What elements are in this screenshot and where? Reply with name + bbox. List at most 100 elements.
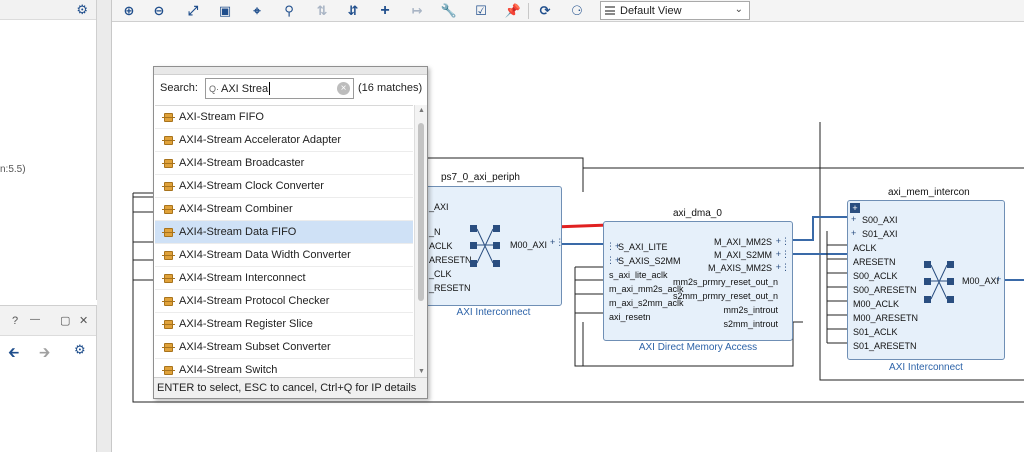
ip-result-label: AXI4-Stream Clock Converter	[179, 179, 324, 192]
ip-core-icon	[162, 135, 175, 145]
bus-pin-icon: +⋮	[550, 237, 565, 247]
ip-result-item[interactable]: AXI4-Stream Broadcaster	[155, 152, 413, 175]
ip-result-item[interactable]: AXI4-Stream Register Slice	[155, 313, 413, 336]
port-label: mm2s_introut	[723, 305, 778, 315]
ip-result-label: AXI4-Stream Subset Converter	[179, 340, 331, 353]
crossbar-icon	[924, 261, 954, 303]
port-label: S01_ACLK	[853, 327, 898, 337]
port-label: ACLK	[853, 243, 877, 253]
add-ip-icon[interactable]: +	[376, 2, 394, 20]
validate-icon[interactable]: ☑	[472, 2, 490, 20]
port-label: mm2s_prmry_reset_out_n	[672, 277, 778, 287]
ps7-periph-subtitle: AXI Interconnect	[456, 307, 531, 318]
mem-intercon-title: axi_mem_intercon	[888, 187, 970, 198]
ip-result-list[interactable]: AXI-Stream FIFO AXI4-Stream Accelerator A…	[155, 105, 413, 378]
collapse-icon[interactable]: ⇅	[313, 2, 331, 20]
ip-result-label: AXI4-Stream Accelerator Adapter	[179, 133, 342, 146]
axi-dma-title: axi_dma_0	[673, 208, 722, 219]
ip-result-item[interactable]: AXI4-Stream Interconnect	[155, 267, 413, 290]
port-label: s2mm_prmry_reset_out_n	[672, 291, 778, 301]
restore-icon[interactable]: ▢	[60, 314, 70, 327]
scroll-up-icon[interactable]: ▲	[416, 106, 427, 116]
scrollbar-thumb[interactable]	[418, 123, 424, 301]
popup-footer-hint: ENTER to select, ESC to cancel, Ctrl+Q f…	[154, 377, 427, 398]
add-ip-search-popup[interactable]: Search: Q· AXI Strea × (16 matches) AXI-…	[153, 66, 428, 399]
zoom-in-icon[interactable]: ⊕	[120, 2, 138, 20]
clear-search-icon[interactable]: ×	[337, 82, 350, 95]
ip-core-icon	[162, 250, 175, 260]
gear-icon[interactable]: ⚙	[76, 2, 88, 18]
view-selector-value: Default View	[620, 4, 682, 17]
ip-result-item[interactable]: AXI4-Stream Subset Converter	[155, 336, 413, 359]
search-icon: Q·	[209, 83, 219, 94]
refresh-icon[interactable]: ⟳	[536, 2, 554, 20]
ip-result-label: AXI4-Stream Register Slice	[179, 317, 313, 330]
view-selector[interactable]: Default View ⌄	[600, 1, 750, 20]
port-label: S00_ACLK	[853, 271, 898, 281]
forward-arrow-icon[interactable]: 🡲	[39, 342, 50, 366]
panel-splitter[interactable]	[97, 0, 112, 452]
pin-icon[interactable]: 📌	[504, 2, 522, 20]
ip-result-label: AXI4-Stream Broadcaster	[179, 156, 305, 169]
left-bottom-panel-header: ? — ▢ ✕	[0, 306, 96, 336]
back-arrow-icon[interactable]: 🡰	[8, 342, 19, 366]
fit-full-icon[interactable]: ⤢	[184, 2, 202, 20]
ip-result-label: AXI4-Stream Data Width Converter	[179, 248, 351, 261]
ip-core-icon	[162, 227, 175, 237]
search-icon[interactable]: ⚲	[280, 2, 298, 20]
port-label: S_AXIS_S2MM	[618, 256, 681, 266]
text-caret	[269, 82, 271, 95]
ps7-periph-block[interactable]: _AXI _N ACLK ARESETN _CLK _RESETN M00_AX…	[425, 186, 565, 306]
port-label: M00_AXI	[510, 240, 548, 250]
select-area-icon[interactable]: ⌖	[248, 2, 266, 20]
match-count: (16 matches)	[358, 82, 423, 94]
help-icon[interactable]: ?	[12, 315, 18, 327]
ip-result-item[interactable]: AXI4-Stream Accelerator Adapter	[155, 129, 413, 152]
diagram-toolbar: ⊕ ⊖ ⤢ ▣ ⌖ ⚲ ⇅ ⇵ + ↦ 🔧 ☑ 📌 ⟳ ⚆ Default Vi…	[112, 0, 1024, 22]
toolbar-separator	[528, 3, 529, 19]
port-label: S00_ARESETN	[853, 285, 917, 295]
expand-icon[interactable]: ⇵	[344, 2, 362, 20]
search-input[interactable]: Q· AXI Strea ×	[205, 78, 354, 99]
scroll-down-icon[interactable]: ▼	[416, 367, 427, 377]
optimize-icon[interactable]: ⚆	[568, 2, 586, 20]
wrench-icon[interactable]: 🔧	[440, 2, 458, 20]
chevron-down-icon: ⌄	[734, 4, 743, 15]
result-list-scrollbar[interactable]: ▲ ▼	[414, 105, 427, 378]
zoom-out-icon[interactable]: ⊖	[150, 2, 168, 20]
left-bottom-toolbar: 🡰 🡲 ⚙	[0, 340, 96, 362]
ps7-periph-title: ps7_0_axi_periph	[441, 172, 520, 183]
gear-icon[interactable]: ⚙	[74, 342, 86, 358]
ip-result-label: AXI4-Stream Protocol Checker	[179, 294, 330, 307]
bus-pin-icon: +⋮	[775, 262, 790, 272]
minimize-icon[interactable]: —	[30, 314, 40, 325]
ip-result-item[interactable]: AXI4-Stream Data FIFO	[155, 221, 413, 244]
ip-result-item[interactable]: AXI4-Stream Clock Converter	[155, 175, 413, 198]
port-label: _RESETN	[429, 283, 471, 293]
ip-result-item[interactable]: AXI4-Stream Protocol Checker	[155, 290, 413, 313]
ip-result-item[interactable]: AXI4-Stream Data Width Converter	[155, 244, 413, 267]
wire	[574, 267, 583, 367]
ip-result-item[interactable]: AXI4-Stream Switch	[155, 359, 413, 378]
ip-result-item[interactable]: AXI-Stream FIFO	[155, 106, 413, 129]
bus-pin-icon: +	[996, 274, 1002, 284]
ip-core-icon	[162, 273, 175, 283]
axi-dma-block[interactable]: ⋮+ S_AXI_LITE ⋮+ S_AXIS_S2MM s_axi_lite_…	[603, 221, 793, 341]
ip-core-icon	[162, 181, 175, 191]
bus-pin-icon: +	[851, 214, 857, 224]
expand-block-icon[interactable]: +	[850, 203, 860, 213]
port-label: ARESETN	[429, 255, 472, 265]
close-icon[interactable]: ✕	[79, 314, 88, 327]
ip-result-label: AXI4-Stream Combiner	[179, 202, 293, 215]
route-icon[interactable]: ↦	[408, 2, 426, 20]
mem-intercon-block[interactable]: + + S00_AXI + S01_AXI ACLK ARESETN S00_A…	[847, 200, 1005, 360]
popup-drag-handle[interactable]	[154, 67, 427, 75]
ip-result-label: AXI-Stream FIFO	[179, 110, 264, 123]
ip-result-label: AXI4-Stream Data FIFO	[179, 225, 297, 238]
ip-core-icon	[162, 365, 175, 375]
port-label: _CLK	[429, 269, 452, 279]
ip-core-icon	[162, 296, 175, 306]
port-label: s_axi_lite_aclk	[609, 270, 668, 280]
ip-result-item[interactable]: AXI4-Stream Combiner	[155, 198, 413, 221]
fit-selection-icon[interactable]: ▣	[216, 2, 234, 20]
